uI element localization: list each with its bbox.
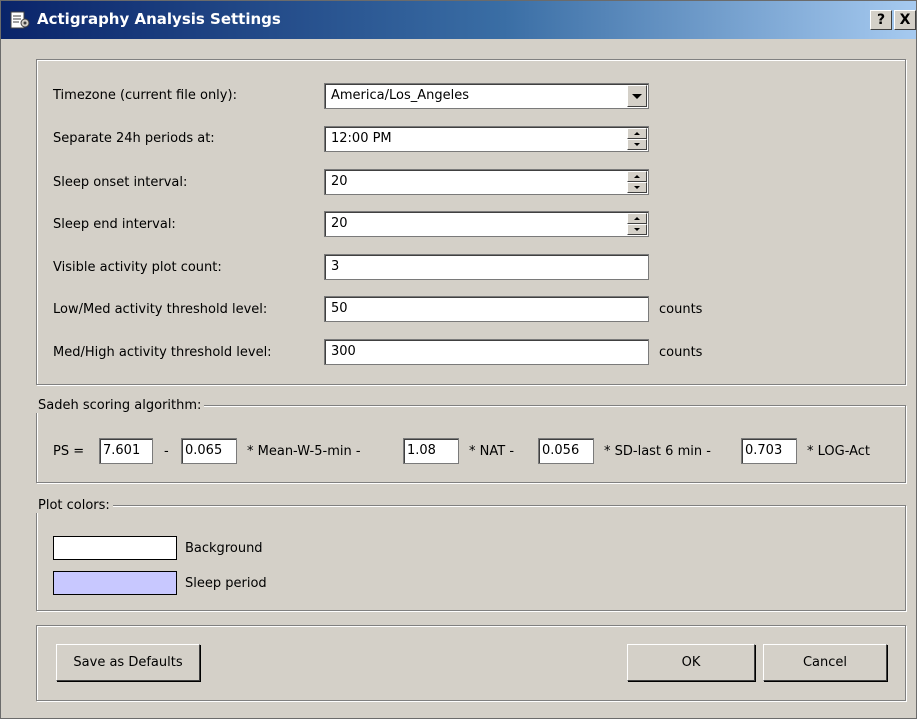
onset-interval-spinbox[interactable]: 20 — [324, 169, 649, 195]
coefficient-4-input[interactable]: 0.703 — [741, 438, 797, 464]
end-spin-buttons[interactable] — [627, 213, 647, 235]
plot-count-input[interactable]: 3 — [324, 254, 649, 280]
separate-time-value: 12:00 PM — [331, 131, 392, 146]
background-color-swatch[interactable] — [53, 536, 177, 560]
coefficient-2-value: 1.08 — [407, 443, 436, 458]
spin-up-icon[interactable] — [627, 128, 647, 139]
coefficient-1-input[interactable]: 0.065 — [181, 438, 237, 464]
spin-down-icon[interactable] — [627, 224, 647, 235]
onset-label: Sleep onset interval: — [53, 175, 188, 190]
cancel-button[interactable]: Cancel — [763, 644, 887, 681]
title-bar[interactable]: Actigraphy Analysis Settings ? X — [1, 1, 916, 39]
low-med-input[interactable]: 50 — [324, 296, 649, 322]
plot-count-label: Visible activity plot count: — [53, 260, 222, 275]
med-high-input[interactable]: 300 — [324, 339, 649, 365]
coefficient-1-value: 0.065 — [185, 443, 223, 458]
sadeh-legend: Sadeh scoring algorithm: — [35, 398, 205, 413]
help-button[interactable]: ? — [870, 10, 892, 30]
spin-down-icon[interactable] — [627, 139, 647, 150]
background-color-label: Background — [185, 541, 263, 556]
separate-spin-buttons[interactable] — [627, 128, 647, 150]
coefficient-0-value: 7.601 — [103, 443, 141, 458]
coefficient-4-value: 0.703 — [745, 443, 783, 458]
end-label: Sleep end interval: — [53, 217, 176, 232]
onset-spin-buttons[interactable] — [627, 171, 647, 193]
coefficient-2-input[interactable]: 1.08 — [403, 438, 459, 464]
log-act-label: * LOG-Act — [807, 444, 871, 459]
app-icon — [10, 11, 30, 29]
coefficient-0-input[interactable]: 7.601 — [99, 438, 153, 464]
coefficient-3-input[interactable]: 0.056 — [538, 438, 594, 464]
end-interval-spinbox[interactable]: 20 — [324, 211, 649, 237]
mean-w-label: * Mean-W-5-min - — [247, 444, 361, 459]
dropdown-arrow-icon[interactable] — [627, 85, 647, 107]
save-defaults-button[interactable]: Save as Defaults — [56, 644, 200, 681]
separate-label: Separate 24h periods at: — [53, 131, 215, 146]
spin-down-icon[interactable] — [627, 182, 647, 193]
end-interval-value: 20 — [331, 216, 348, 231]
plot-count-value: 3 — [331, 259, 340, 274]
low-med-label: Low/Med activity threshold level: — [53, 302, 268, 317]
med-high-value: 300 — [331, 344, 356, 359]
nat-label: * NAT - — [469, 444, 515, 459]
med-high-unit: counts — [659, 345, 703, 360]
ps-label: PS = — [53, 444, 85, 459]
onset-interval-value: 20 — [331, 174, 348, 189]
low-med-unit: counts — [659, 302, 703, 317]
minus-label: - — [164, 444, 169, 459]
sd-label: * SD-last 6 min - — [604, 444, 711, 459]
separate-time-spinbox[interactable]: 12:00 PM — [324, 126, 649, 152]
settings-dialog: Actigraphy Analysis Settings ? X Timezon… — [0, 0, 917, 719]
spin-up-icon[interactable] — [627, 171, 647, 182]
coefficient-3-value: 0.056 — [542, 443, 580, 458]
med-high-label: Med/High activity threshold level: — [53, 345, 272, 360]
sleep-period-color-label: Sleep period — [185, 576, 267, 591]
sleep-period-color-swatch[interactable] — [53, 571, 177, 595]
plot-colors-legend: Plot colors: — [35, 498, 113, 513]
timezone-select[interactable]: America/Los_Angeles — [324, 83, 649, 109]
spin-up-icon[interactable] — [627, 213, 647, 224]
timezone-label: Timezone (current file only): — [53, 88, 237, 103]
low-med-value: 50 — [331, 301, 348, 316]
close-button[interactable]: X — [894, 10, 916, 30]
ok-button[interactable]: OK — [627, 644, 755, 681]
window-title: Actigraphy Analysis Settings — [37, 10, 281, 28]
timezone-value: America/Los_Angeles — [331, 88, 470, 103]
